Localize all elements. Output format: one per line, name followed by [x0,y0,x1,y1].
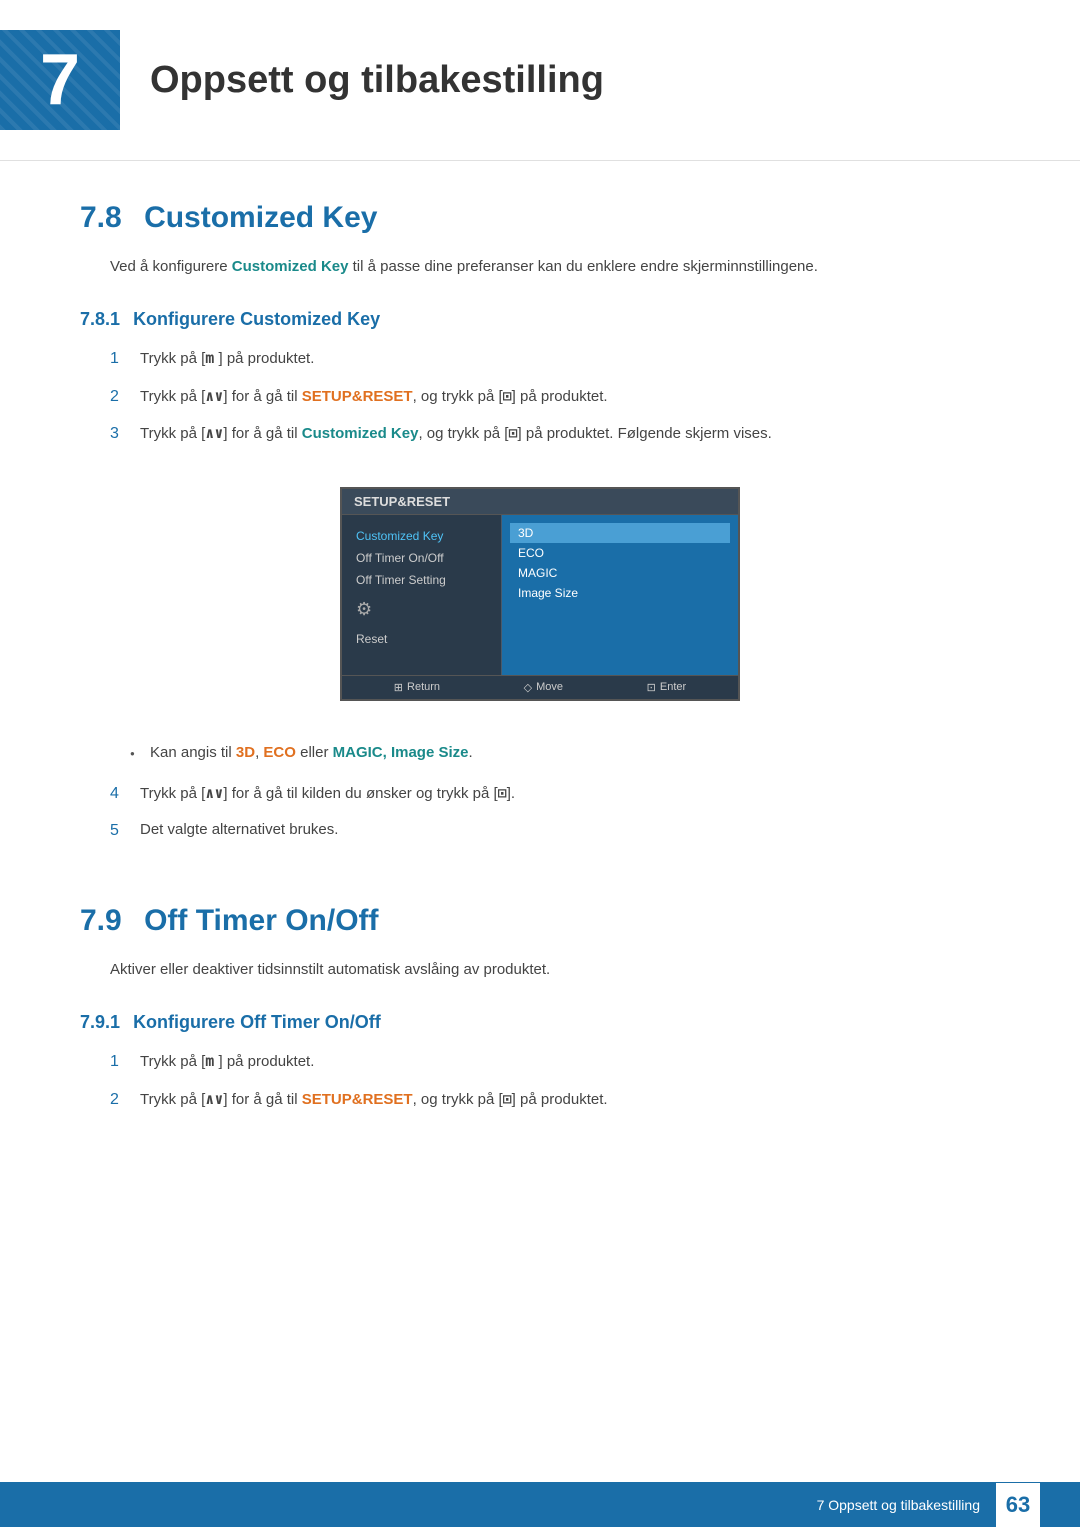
monitor-settings-icon: ⚙ [342,591,501,628]
steps-list-781: 1 Trykk på [m ] på produktet. 2 Trykk på… [80,346,1000,447]
bullet-list-781: ● Kan angis til 3D, ECO eller MAGIC, Ima… [80,741,1000,765]
chapter-header: 7 Oppsett og tilbakestilling [0,0,1080,161]
section-79-number: 7.9 [80,904,122,937]
step-791-2: 2 Trykk på [∧∨] for å gå til SETUP&RESET… [110,1087,1000,1113]
monitor-body: Customized Key Off Timer On/Off Off Time… [342,515,738,675]
return-icon: ⊞ [394,681,403,694]
bullet-dot: ● [130,748,150,761]
monitor-screenshot: SETUP&RESET Customized Key Off Timer On/… [340,487,740,701]
monitor-title: SETUP&RESET [342,489,738,515]
chapter-number: 7 [0,30,120,130]
submenu-3d: 3D [510,523,730,543]
footer-move: ◇ Move [524,681,563,694]
section-79: 7.9 Off Timer On/Off Aktiver eller deakt… [80,904,1000,1112]
footer-chapter-text: 7 Oppsett og tilbakestilling [817,1497,980,1513]
bullet-text: Kan angis til 3D, ECO eller MAGIC, Image… [150,741,473,765]
section-78-number: 7.8 [80,201,122,234]
monitor-screenshot-container: SETUP&RESET Customized Key Off Timer On/… [80,467,1000,721]
monitor-footer: ⊞ Return ◇ Move ⊡ Enter [342,675,738,699]
subsection-791-heading: 7.9.1 Konfigurere Off Timer On/Off [80,1012,1000,1033]
step-4: 4 Trykk på [∧∨] for å gå til kilden du ø… [110,781,1000,807]
footer-page-number: 63 [996,1483,1040,1527]
steps-list-781-cont: 4 Trykk på [∧∨] for å gå til kilden du ø… [80,781,1000,844]
move-icon: ◇ [524,681,532,694]
subsection-791: 7.9.1 Konfigurere Off Timer On/Off 1 Try… [80,1012,1000,1112]
chapter-title: Oppsett og tilbakestilling [150,59,604,102]
subsection-781: 7.8.1 Konfigurere Customized Key 1 Trykk… [80,309,1000,844]
section-79-intro: Aktiver eller deaktiver tidsinnstilt aut… [80,958,1000,982]
step-2: 2 Trykk på [∧∨] for å gå til SETUP&RESET… [110,384,1000,410]
monitor-menu: Customized Key Off Timer On/Off Off Time… [342,515,502,675]
page-footer: 7 Oppsett og tilbakestilling 63 [0,1482,1080,1527]
menu-item-offtimersetting: Off Timer Setting [342,569,501,591]
menu-item-reset: Reset [342,628,501,650]
section-78-heading: 7.8 Customized Key [80,201,1000,235]
enter-icon: ⊡ [647,681,656,694]
step-3: 3 Trykk på [∧∨] for å gå til Customized … [110,421,1000,447]
submenu-magic: MAGIC [510,563,730,583]
section-78-intro: Ved å konfigurere Customized Key til å p… [80,255,1000,279]
step-1: 1 Trykk på [m ] på produktet. [110,346,1000,372]
subsection-781-heading: 7.8.1 Konfigurere Customized Key [80,309,1000,330]
footer-enter: ⊡ Enter [647,681,687,694]
footer-return: ⊞ Return [394,681,440,694]
submenu-imagesize: Image Size [510,583,730,603]
menu-item-customized: Customized Key [342,525,501,547]
section-79-heading: 7.9 Off Timer On/Off [80,904,1000,938]
step-791-1: 1 Trykk på [m ] på produktet. [110,1049,1000,1075]
bullet-item-1: ● Kan angis til 3D, ECO eller MAGIC, Ima… [130,741,1000,765]
menu-item-offtimer: Off Timer On/Off [342,547,501,569]
submenu-eco: ECO [510,543,730,563]
section-79-title: Off Timer On/Off [144,904,378,937]
main-content: 7.8 Customized Key Ved å konfigurere Cus… [0,201,1080,1112]
monitor-submenu: 3D ECO MAGIC Image Size [502,515,738,675]
section-78-title: Customized Key [144,201,377,234]
step-5: 5 Det valgte alternativet brukes. [110,818,1000,844]
steps-list-791: 1 Trykk på [m ] på produktet. 2 Trykk på… [80,1049,1000,1112]
section-78: 7.8 Customized Key Ved å konfigurere Cus… [80,201,1000,844]
